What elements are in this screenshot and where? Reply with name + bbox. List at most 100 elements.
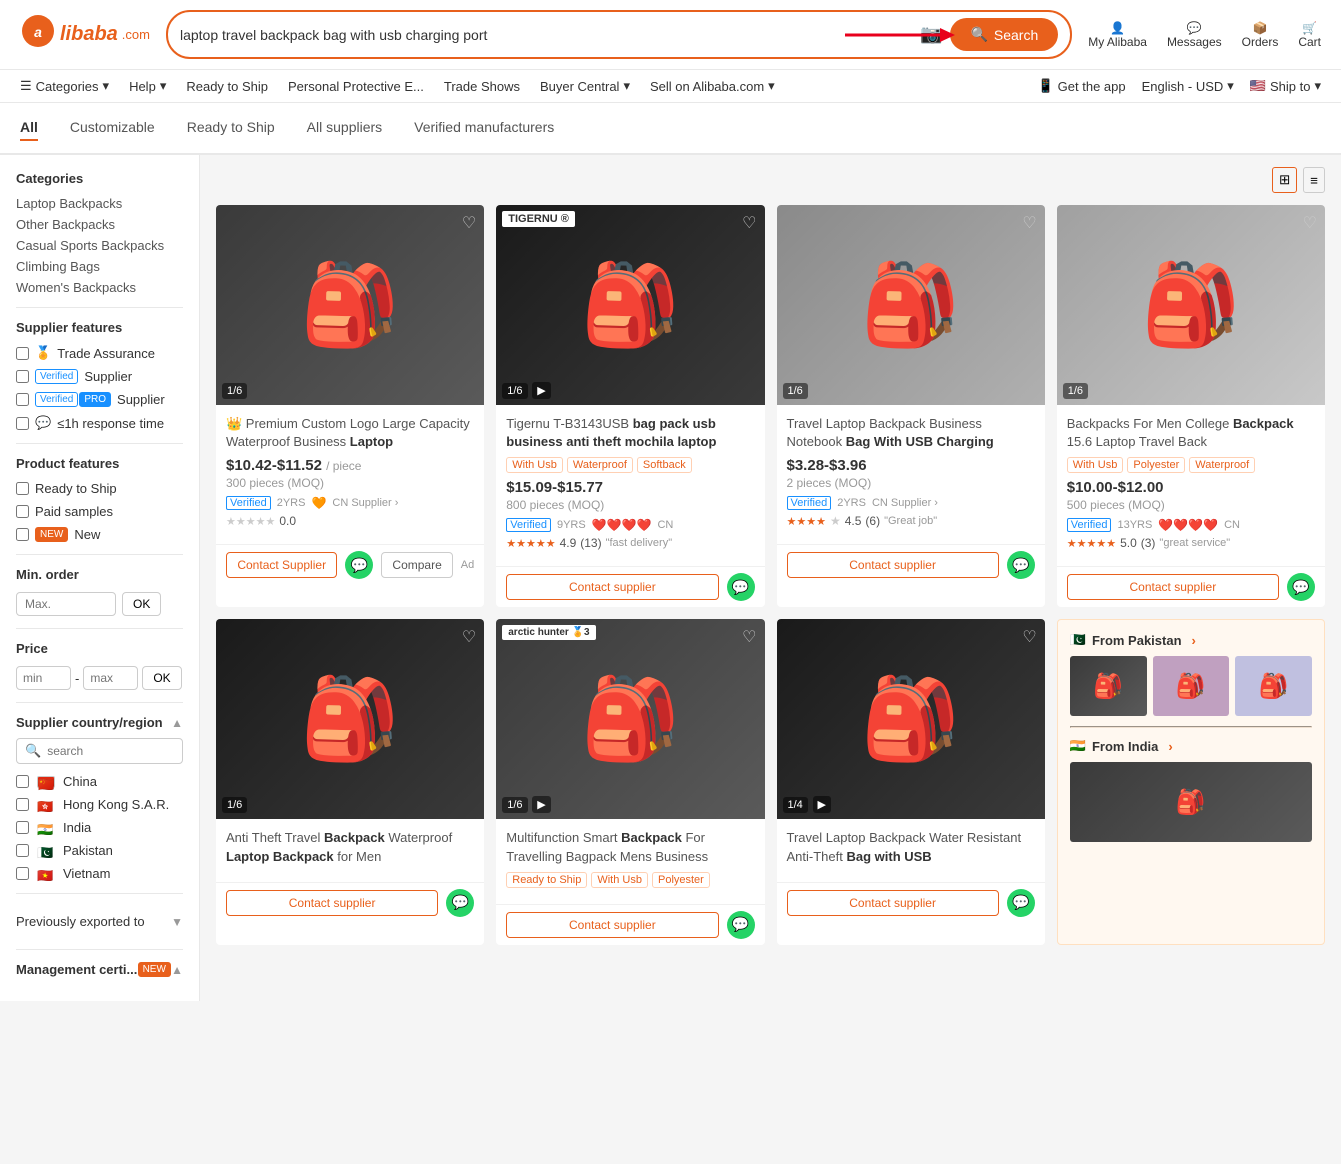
sidebar-item-other-backpacks[interactable]: Other Backpacks	[16, 217, 183, 232]
supplier-feature-trade-assurance[interactable]: 🏅 Trade Assurance	[16, 345, 183, 361]
price-min-input[interactable]	[16, 666, 71, 690]
vietnam-checkbox[interactable]	[16, 867, 29, 880]
contact-supplier-button[interactable]: Contact supplier	[787, 890, 999, 916]
pakistan-product-2[interactable]: 🎒	[1153, 656, 1230, 716]
product-feature-ready-to-ship[interactable]: Ready to Ship	[16, 481, 183, 496]
wishlist-icon[interactable]: ♡	[1022, 627, 1036, 647]
price-max-input[interactable]	[83, 666, 138, 690]
wishlist-icon[interactable]: ♡	[462, 627, 476, 647]
chat-button[interactable]: 💬	[727, 911, 755, 939]
tab-verified-manufacturers[interactable]: Verified manufacturers	[414, 115, 554, 141]
sidebar-item-womens-backpacks[interactable]: Women's Backpacks	[16, 280, 183, 295]
search-input[interactable]	[180, 27, 920, 43]
min-order-input[interactable]	[16, 592, 116, 616]
contact-supplier-button[interactable]: Contact supplier	[1067, 574, 1279, 600]
verified-supplier-checkbox[interactable]	[16, 370, 29, 383]
messages-action[interactable]: 💬 Messages	[1167, 21, 1222, 49]
chevron-up-icon[interactable]: ▲	[171, 963, 183, 977]
contact-supplier-button[interactable]: Contact supplier	[506, 912, 718, 938]
nav-sell-on-alibaba[interactable]: Sell on Alibaba.com ▾	[650, 78, 775, 94]
image-count-badge: 1/4	[783, 797, 808, 813]
price-ok-button[interactable]: OK	[142, 666, 181, 690]
chat-button[interactable]: 💬	[727, 573, 755, 601]
pakistan-product-1[interactable]: 🎒	[1070, 656, 1147, 716]
wishlist-icon[interactable]: ♡	[742, 627, 756, 647]
chat-button[interactable]: 💬	[1007, 551, 1035, 579]
product-feature-paid-samples[interactable]: Paid samples	[16, 504, 183, 519]
nav-trade-shows[interactable]: Trade Shows	[444, 79, 520, 94]
nav-buyer-central[interactable]: Buyer Central ▾	[540, 78, 630, 94]
nav-help[interactable]: Help ▾	[129, 78, 166, 94]
wishlist-icon[interactable]: ♡	[1022, 213, 1036, 233]
wishlist-icon[interactable]: ♡	[742, 213, 756, 233]
product-card[interactable]: 🎒 1/6 ▶ ♡ TIGERNU ® Tigernu T-B3143USB b…	[496, 205, 764, 607]
supplier-feature-verified[interactable]: Verified Supplier	[16, 369, 183, 384]
supplier-feature-response-time[interactable]: 💬 ≤1h response time	[16, 415, 183, 431]
orders-action[interactable]: 📦 Orders	[1242, 21, 1279, 49]
from-india-header[interactable]: 🇮🇳 From India ›	[1070, 738, 1312, 754]
from-pakistan-header[interactable]: 🇵🇰 From Pakistan ›	[1070, 632, 1312, 648]
contact-supplier-button[interactable]: Contact Supplier	[226, 552, 337, 578]
tab-ready-to-ship[interactable]: Ready to Ship	[187, 115, 275, 141]
country-pakistan[interactable]: 🇵🇰 Pakistan	[16, 843, 183, 858]
chat-button[interactable]: 💬	[1287, 573, 1315, 601]
sidebar-item-laptop-backpacks[interactable]: Laptop Backpacks	[16, 196, 183, 211]
grid-view-button[interactable]: ⊞	[1272, 167, 1297, 193]
china-checkbox[interactable]	[16, 775, 29, 788]
tab-customizable[interactable]: Customizable	[70, 115, 155, 141]
trade-assurance-checkbox[interactable]	[16, 347, 29, 360]
hong-kong-checkbox[interactable]	[16, 798, 29, 811]
nav-categories[interactable]: ☰ Categories ▾	[20, 78, 109, 94]
cart-action[interactable]: 🛒 Cart	[1298, 21, 1321, 49]
get-app[interactable]: 📱 Get the app	[1037, 78, 1125, 94]
product-card[interactable]: 🎒 1/4 ▶ ♡ Travel Laptop Backpack Water R…	[777, 619, 1045, 944]
nav-personal-protective[interactable]: Personal Protective E...	[288, 79, 424, 94]
product-card[interactable]: 🎒 1/6 ♡ 👑 Premium Custom Logo Large Capa…	[216, 205, 484, 607]
sidebar-item-climbing-bags[interactable]: Climbing Bags	[16, 259, 183, 274]
india-product-1[interactable]: 🎒	[1070, 762, 1312, 842]
compare-button[interactable]: Compare	[381, 552, 452, 578]
ship-to[interactable]: 🇺🇸 Ship to ▾	[1250, 78, 1321, 94]
product-card[interactable]: 🎒 1/6 ♡ Anti Theft Travel Backpack Water…	[216, 619, 484, 944]
chevron-up-icon[interactable]: ▲	[171, 716, 183, 730]
nav-ready-to-ship[interactable]: Ready to Ship	[186, 79, 268, 94]
contact-supplier-button[interactable]: Contact supplier	[787, 552, 999, 578]
my-alibaba-action[interactable]: 👤 My Alibaba	[1088, 21, 1147, 49]
country-china[interactable]: 🇨🇳 China	[16, 774, 183, 789]
country-search-input[interactable]	[47, 744, 174, 758]
country-search[interactable]: 🔍	[16, 738, 183, 764]
pakistan-checkbox[interactable]	[16, 844, 29, 857]
chat-button[interactable]: 💬	[446, 889, 474, 917]
country-hong-kong[interactable]: 🇭🇰 Hong Kong S.A.R.	[16, 797, 183, 812]
min-order-ok-button[interactable]: OK	[122, 592, 161, 616]
contact-supplier-button[interactable]: Contact supplier	[226, 890, 438, 916]
wishlist-icon[interactable]: ♡	[462, 213, 476, 233]
new-checkbox[interactable]	[16, 528, 29, 541]
product-feature-new[interactable]: NEW New	[16, 527, 183, 542]
search-button[interactable]: 🔍 Search	[950, 18, 1058, 51]
previously-exported[interactable]: Previously exported to ▼	[16, 906, 183, 937]
supplier-feature-verified-pro[interactable]: Verified PRO Supplier	[16, 392, 183, 407]
wishlist-icon[interactable]: ♡	[1303, 213, 1317, 233]
ready-to-ship-checkbox[interactable]	[16, 482, 29, 495]
tab-all[interactable]: All	[20, 115, 38, 141]
tab-all-suppliers[interactable]: All suppliers	[307, 115, 382, 141]
chat-button[interactable]: 💬	[345, 551, 373, 579]
product-card[interactable]: 🎒 1/6 ♡ Backpacks For Men College Backpa…	[1057, 205, 1325, 607]
contact-supplier-button[interactable]: Contact supplier	[506, 574, 718, 600]
product-card[interactable]: 🎒 1/6 ▶ ♡ arctic hunter 🏅3 Multifunction…	[496, 619, 764, 944]
list-view-button[interactable]: ≡	[1303, 167, 1325, 193]
india-checkbox[interactable]	[16, 821, 29, 834]
response-time-checkbox[interactable]	[16, 417, 29, 430]
verified-pro-checkbox[interactable]	[16, 393, 29, 406]
sidebar-item-casual-sports[interactable]: Casual Sports Backpacks	[16, 238, 183, 253]
language-selector[interactable]: English - USD ▾	[1142, 78, 1234, 94]
logo[interactable]: a libaba .com	[20, 13, 150, 56]
country-india[interactable]: 🇮🇳 India	[16, 820, 183, 835]
pakistan-product-3[interactable]: 🎒	[1235, 656, 1312, 716]
mgmt-cert-header: Management certi... NEW ▲	[16, 962, 183, 977]
chat-button[interactable]: 💬	[1007, 889, 1035, 917]
product-card[interactable]: 🎒 1/6 ♡ Travel Laptop Backpack Business …	[777, 205, 1045, 607]
country-vietnam[interactable]: 🇻🇳 Vietnam	[16, 866, 183, 881]
paid-samples-checkbox[interactable]	[16, 505, 29, 518]
